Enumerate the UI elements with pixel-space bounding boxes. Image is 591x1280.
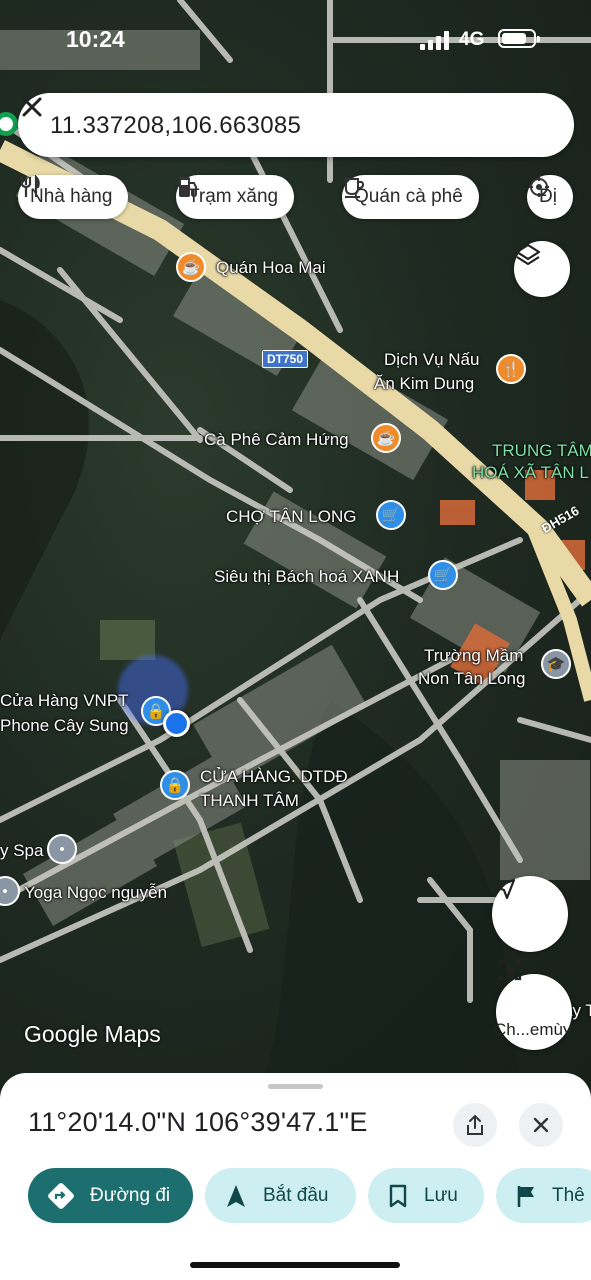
start-button[interactable]: Bắt đầu — [205, 1168, 356, 1223]
area-label: TRUNG TÂM — [492, 441, 591, 460]
chip-cafes[interactable]: Quán cà phê — [342, 175, 479, 219]
action-label: Thê — [552, 1184, 585, 1206]
chip-gas-stations[interactable]: Trạm xăng — [176, 175, 295, 219]
cellular-signal-icon — [420, 30, 452, 50]
chip-label: Trạm xăng — [188, 186, 279, 207]
poi-label[interactable]: Quán Hoa Mai — [216, 257, 326, 278]
network-type: 4G — [459, 29, 485, 50]
google-maps-logo: Google Maps — [24, 1021, 161, 1047]
road-label-dt750: DT750 — [262, 350, 309, 368]
share-button[interactable] — [453, 1103, 497, 1147]
sheet-drag-handle[interactable] — [268, 1084, 323, 1089]
status-bar: 10:24 4G — [0, 22, 591, 58]
chip-label: Quán cà phê — [354, 186, 463, 207]
restaurant-pin-icon[interactable]: 🍴 — [496, 354, 526, 384]
area-label: HOÁ XÃ TÂN L — [472, 463, 589, 482]
school-pin-icon[interactable]: 🎓 — [541, 649, 571, 679]
share-icon — [467, 1114, 483, 1135]
poi-label[interactable]: Yoga Ngọc nguyễn — [24, 882, 167, 903]
shopping-bag-pin-icon[interactable]: 🔒 — [160, 770, 190, 800]
poi-label[interactable]: Dịch Vụ Nấu — [384, 349, 479, 370]
save-button[interactable]: Lưu — [368, 1168, 484, 1223]
poi-label[interactable]: CHỢ TÂN LONG — [226, 506, 356, 527]
close-sheet-button[interactable] — [519, 1103, 563, 1147]
poi-label[interactable]: THANH TÂM — [200, 790, 299, 811]
poi-label[interactable]: y Spa — [0, 840, 43, 861]
poi-label[interactable]: Phone Cây Sung — [0, 715, 129, 736]
search-bar[interactable]: 11.337208,106.663085 — [18, 93, 574, 157]
shopping-cart-pin-icon[interactable]: 🛒 — [428, 560, 458, 590]
bookmark-icon — [389, 1184, 407, 1207]
layers-icon — [515, 243, 541, 266]
layers-button[interactable] — [514, 241, 570, 297]
satellite-map[interactable]: 10:24 4G 11.337208,106.663085 Nhà hàng T… — [0, 0, 591, 1090]
action-label: Lưu — [424, 1184, 458, 1206]
bottom-sheet[interactable]: 11°20'14.0"N 106°39'47.1"E Đường đi Bắt … — [0, 1073, 591, 1280]
directions-button[interactable]: Đường đi — [28, 1168, 193, 1223]
battery-icon — [498, 29, 540, 48]
close-icon[interactable] — [18, 93, 46, 121]
home-indicator[interactable] — [190, 1262, 400, 1268]
navigation-arrow-icon — [494, 878, 516, 900]
action-label: Bắt đầu — [263, 1184, 329, 1206]
fork-knife-icon — [20, 175, 40, 197]
poi-label[interactable]: Trường Mầm — [424, 645, 523, 666]
poi-label[interactable]: Non Tân Long — [418, 668, 525, 689]
poi-label[interactable]: Siêu thị Bách hoá XANH — [214, 566, 399, 587]
chip-label: Nhà hàng — [30, 186, 113, 207]
spa-pin-icon[interactable]: • — [47, 834, 77, 864]
my-location-button[interactable] — [492, 876, 568, 952]
chip-restaurants[interactable]: Nhà hàng — [18, 175, 129, 219]
chip-attractions[interactable]: Đị — [527, 175, 573, 219]
shopping-cart-pin-icon[interactable]: 🛒 — [376, 500, 406, 530]
action-label: Đường đi — [90, 1184, 171, 1206]
flag-icon — [517, 1185, 534, 1207]
navigation-arrow-icon — [227, 1184, 245, 1207]
directions-icon — [48, 1182, 74, 1209]
more-button[interactable]: Thê — [496, 1168, 591, 1223]
close-icon — [533, 1117, 549, 1133]
camera-search-icon — [498, 959, 522, 981]
poi-label[interactable]: Cà Phê Cảm Hứng — [204, 429, 349, 450]
attraction-icon — [529, 177, 549, 197]
gas-pump-icon — [179, 177, 197, 198]
poi-label[interactable]: Ăn Kim Dung — [374, 373, 474, 394]
poi-label[interactable]: Cửa Hàng VNPT — [0, 690, 129, 711]
search-input[interactable]: 11.337208,106.663085 — [50, 112, 301, 140]
lens-caption: Ch...emùy — [494, 1020, 572, 1039]
poi-label[interactable]: CỬA HÀNG. DTDĐ — [200, 766, 348, 787]
cafe-pin-icon[interactable]: ☕ — [176, 252, 206, 282]
status-time: 10:24 — [66, 26, 125, 52]
place-coordinates: 11°20'14.0"N 106°39'47.1"E — [28, 1107, 368, 1137]
coffee-cup-icon — [345, 178, 365, 198]
cafe-pin-icon[interactable]: ☕ — [371, 423, 401, 453]
current-location-dot[interactable] — [163, 710, 190, 737]
